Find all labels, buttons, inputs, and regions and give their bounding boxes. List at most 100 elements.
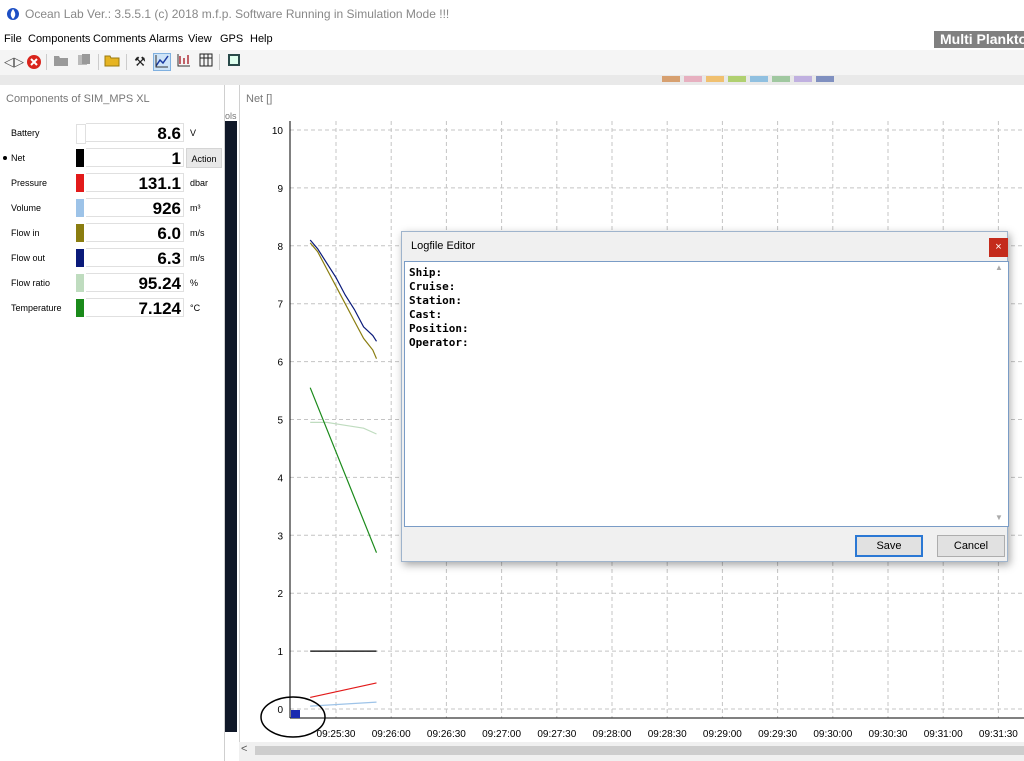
component-row-temperature[interactable]: Temperature 7.124 °C	[0, 297, 224, 319]
x-tick-label: 09:25:30	[317, 729, 356, 740]
y-tick-label: 8	[277, 242, 283, 253]
y-tick-label: 5	[277, 416, 283, 427]
grid-icon[interactable]	[197, 53, 215, 71]
cancel-button[interactable]: Cancel	[937, 535, 1005, 557]
component-label: Flow in	[11, 228, 40, 238]
y-tick-label: 2	[277, 589, 283, 600]
tools-icon[interactable]: ⚒	[131, 53, 149, 71]
component-value: 95.24	[86, 273, 184, 293]
menu-file[interactable]: File	[4, 33, 22, 45]
component-row-pressure[interactable]: Pressure 131.1 dbar	[0, 172, 224, 194]
menu-view[interactable]: View	[188, 33, 212, 45]
toolbar: ◁▷ ⚒	[0, 50, 1024, 76]
component-row-volume[interactable]: Volume 926 m³	[0, 197, 224, 219]
scroll-left-icon[interactable]: <	[241, 743, 247, 755]
component-unit: %	[190, 278, 199, 288]
component-row-net[interactable]: Net 1 Action	[0, 147, 224, 169]
x-tick-label: 09:28:00	[593, 729, 632, 740]
y-tick-label: 3	[277, 531, 283, 542]
y-tick-label: 0	[277, 705, 283, 716]
left-right-arrow-icon[interactable]: ◁▷	[4, 53, 24, 71]
component-color-swatch[interactable]	[76, 149, 84, 167]
folder-icon[interactable]	[103, 53, 121, 71]
x-tick-label: 09:30:30	[869, 729, 908, 740]
menu-components[interactable]: Components	[28, 33, 90, 45]
brand-label: Multi Plankto	[934, 31, 1024, 48]
x-tick-label: 09:31:30	[979, 729, 1018, 740]
component-color-swatch[interactable]	[76, 274, 84, 292]
component-value: 6.0	[86, 223, 184, 243]
y-tick-label: 9	[277, 184, 283, 195]
component-unit: °C	[190, 303, 201, 313]
selected-indicator	[3, 156, 7, 160]
panel-icon[interactable]	[225, 53, 243, 71]
component-unit: m/s	[190, 228, 205, 238]
component-unit: m³	[190, 203, 201, 213]
component-value: 131.1	[86, 173, 184, 193]
x-tick-label: 09:27:00	[482, 729, 521, 740]
component-row-flow-in[interactable]: Flow in 6.0 m/s	[0, 222, 224, 244]
component-label: Net	[11, 153, 26, 163]
component-value: 7.124	[86, 298, 184, 318]
cursor-marker	[291, 710, 300, 718]
menu-alarms[interactable]: Alarms	[149, 33, 183, 45]
menu-gps[interactable]: GPS	[220, 33, 243, 45]
scroll-up-icon[interactable]: ▲	[995, 263, 1003, 272]
component-row-battery[interactable]: Battery 8.6 V	[0, 122, 224, 144]
y-tick-label: 7	[277, 300, 283, 311]
component-color-swatch[interactable]	[76, 124, 86, 144]
component-unit: m/s	[190, 253, 205, 263]
component-label: Flow out	[11, 253, 46, 263]
chart-icon[interactable]	[153, 53, 171, 71]
menu-comments[interactable]: Comments	[93, 33, 146, 45]
logfile-textarea[interactable]: Ship: Cruise: Station: Cast: Position: O…	[404, 261, 1009, 527]
y-tick-label: 1	[277, 647, 283, 658]
action-button[interactable]: Action	[186, 148, 222, 168]
logfile-editor-dialog: Logfile Editor × Ship: Cruise: Station: …	[401, 231, 1009, 562]
menu-bar: File Components Comments Alarms View GPS…	[0, 28, 1024, 51]
component-unit: V	[190, 128, 197, 138]
close-icon[interactable]: ×	[989, 238, 1008, 257]
copy-icon[interactable]	[75, 53, 93, 71]
component-unit: dbar	[190, 178, 209, 188]
title-bar: Ocean Lab Ver.: 3.5.5.1 (c) 2018 m.f.p. …	[0, 0, 1024, 28]
app-logo-icon	[7, 8, 19, 20]
open-folder-icon[interactable]	[52, 53, 70, 71]
component-value: 926	[86, 198, 184, 218]
background-window-text: ols	[225, 111, 237, 121]
chart-tab-label[interactable]: Net []	[246, 93, 272, 105]
textarea-scrollbar[interactable]: ▲ ▼	[993, 263, 1006, 525]
component-color-swatch[interactable]	[76, 249, 84, 267]
components-panel-title: Components of SIM_MPS XL	[6, 93, 150, 105]
chart-compare-icon[interactable]	[175, 53, 193, 71]
secondary-toolbar-strip	[0, 75, 1024, 85]
scrollbar-thumb[interactable]	[255, 746, 1024, 755]
x-tick-label: 09:30:00	[813, 729, 852, 740]
x-tick-label: 09:26:30	[427, 729, 466, 740]
x-tick-label: 09:29:30	[758, 729, 797, 740]
component-value: 1	[86, 148, 184, 168]
component-color-swatch[interactable]	[76, 299, 84, 317]
save-button[interactable]: Save	[855, 535, 923, 557]
stop-icon[interactable]	[25, 53, 43, 71]
menu-help[interactable]: Help	[250, 33, 273, 45]
components-panel: Components of SIM_MPS XL Battery 8.6 V Net 1…	[0, 85, 225, 761]
component-color-swatch[interactable]	[76, 224, 84, 242]
component-value: 8.6	[86, 123, 184, 143]
component-label: Flow ratio	[11, 278, 51, 288]
x-tick-label: 09:26:00	[372, 729, 411, 740]
dialog-title: Logfile Editor	[411, 240, 476, 252]
scroll-down-icon[interactable]: ▼	[995, 513, 1003, 522]
component-color-swatch[interactable]	[76, 199, 84, 217]
x-tick-label: 09:29:00	[703, 729, 742, 740]
x-tick-label: 09:27:30	[537, 729, 576, 740]
y-tick-label: 10	[272, 126, 284, 137]
x-tick-label: 09:28:30	[648, 729, 687, 740]
component-row-flow-ratio[interactable]: Flow ratio 95.24%	[0, 272, 224, 294]
y-tick-label: 4	[277, 473, 283, 484]
component-color-swatch[interactable]	[76, 174, 84, 192]
component-row-flow-out[interactable]: Flow out 6.3 m/s	[0, 247, 224, 269]
x-tick-label: 09:31:00	[924, 729, 963, 740]
y-tick-label: 6	[277, 358, 283, 369]
component-label: Pressure	[11, 178, 48, 188]
